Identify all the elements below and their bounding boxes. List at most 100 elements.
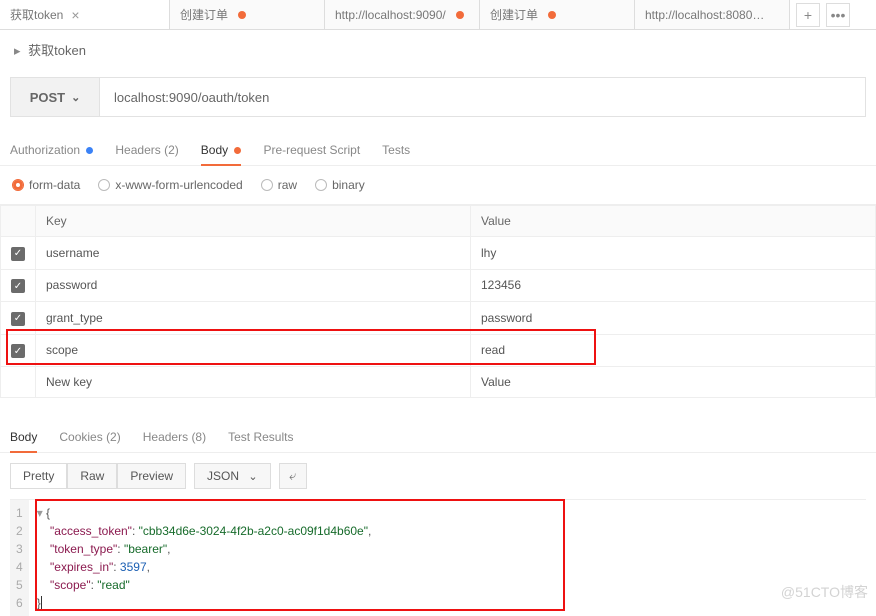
watermark-text: @51CTO博客 <box>781 582 868 602</box>
collapse-triangle-icon[interactable]: ▸ <box>14 43 21 58</box>
json-string: "read" <box>97 578 130 592</box>
unsaved-dot-icon <box>548 11 556 19</box>
param-key[interactable]: password <box>36 269 471 302</box>
line-gutter: 1 2 3 4 5 6 <box>10 500 29 616</box>
tab-prerequest[interactable]: Pre-request Script <box>263 135 360 165</box>
param-key[interactable]: grant_type <box>36 302 471 335</box>
unsaved-dot-icon <box>238 11 246 19</box>
tab-label: 创建订单 <box>180 6 228 23</box>
label: Cookies <box>59 430 102 444</box>
param-value[interactable]: password <box>470 302 875 335</box>
cursor-icon <box>41 596 42 610</box>
view-preview-button[interactable]: Preview <box>117 463 186 489</box>
breadcrumb: ▸ 获取token <box>0 30 876 69</box>
key-header: Key <box>36 206 471 237</box>
line-num: 2 <box>16 522 23 540</box>
form-params-table: Key Value ✓ username lhy ✓ password 1234… <box>0 205 876 398</box>
json-string: "bearer" <box>124 542 167 556</box>
label: JSON <box>207 469 239 483</box>
response-body-viewer[interactable]: 1 2 3 4 5 6 ▾ { "access_token": "cbb34d6… <box>10 499 866 616</box>
label: x-www-form-urlencoded <box>115 178 242 192</box>
line-num: 6 <box>16 594 23 612</box>
table-new-row[interactable]: New key Value <box>1 367 876 398</box>
tab-headers[interactable]: Headers (2) <box>115 135 178 165</box>
tab-0[interactable]: 获取token × <box>0 0 170 29</box>
checkbox-checked-icon[interactable]: ✓ <box>11 312 25 326</box>
method-dropdown[interactable]: POST ⌄ <box>10 77 100 117</box>
tab-label: 创建订单 <box>490 6 538 23</box>
json-string: "cbb34d6e-3024-4f2b-a2c0-ac09f1d4b60e" <box>139 524 368 538</box>
chevron-down-icon: ⌄ <box>248 471 257 483</box>
table-row[interactable]: ✓ grant_type password <box>1 302 876 335</box>
checkbox-checked-icon[interactable]: ✓ <box>11 279 25 293</box>
view-raw-button[interactable]: Raw <box>67 463 117 489</box>
response-view-controls: Pretty Raw Preview JSON ⌄ ⤶ <box>0 453 876 499</box>
checkbox-checked-icon[interactable]: ✓ <box>11 247 25 261</box>
radio-icon <box>261 179 273 191</box>
radio-raw[interactable]: raw <box>261 178 297 192</box>
resptab-tests[interactable]: Test Results <box>228 422 293 452</box>
tab-label: http://localhost:8080/users/ <box>645 8 765 22</box>
tab-overflow-button[interactable]: ••• <box>826 3 850 27</box>
wrap-lines-button[interactable]: ⤶ <box>279 463 307 489</box>
table-row[interactable]: ✓ username lhy <box>1 237 876 270</box>
json-key: "token_type" <box>50 542 117 556</box>
status-dot-icon <box>234 147 241 154</box>
tab-3[interactable]: 创建订单 <box>480 0 635 29</box>
view-pretty-button[interactable]: Pretty <box>10 463 67 489</box>
param-value[interactable]: read <box>470 334 875 367</box>
param-key[interactable]: username <box>36 237 471 270</box>
format-dropdown[interactable]: JSON ⌄ <box>194 463 271 489</box>
close-icon[interactable]: × <box>71 7 79 23</box>
tab-label: 获取token <box>10 6 63 23</box>
radio-icon <box>98 179 110 191</box>
radio-binary[interactable]: binary <box>315 178 365 192</box>
count: (2) <box>164 143 179 157</box>
new-value-placeholder[interactable]: Value <box>470 367 875 398</box>
url-text: localhost:9090/oauth/token <box>114 90 269 105</box>
unsaved-dot-icon <box>456 11 464 19</box>
radio-icon <box>315 179 327 191</box>
count: (2) <box>106 430 121 444</box>
checkbox-checked-icon[interactable]: ✓ <box>11 344 25 358</box>
radio-form-data[interactable]: form-data <box>12 178 80 192</box>
tab-tests[interactable]: Tests <box>382 135 410 165</box>
checkbox-header <box>1 206 36 237</box>
new-key-placeholder[interactable]: New key <box>36 367 471 398</box>
label: Headers <box>115 143 160 157</box>
tab-authorization[interactable]: Authorization <box>10 135 93 165</box>
param-value[interactable]: 123456 <box>470 269 875 302</box>
table-header-row: Key Value <box>1 206 876 237</box>
resptab-headers[interactable]: Headers (8) <box>143 422 206 452</box>
line-num: 1 <box>16 504 23 522</box>
value-header: Value <box>470 206 875 237</box>
tab-1[interactable]: 创建订单 <box>170 0 325 29</box>
json-key: "expires_in" <box>50 560 113 574</box>
new-tab-button[interactable]: + <box>796 3 820 27</box>
label: raw <box>278 178 297 192</box>
label: Authorization <box>10 143 80 157</box>
response-section-tabs: Body Cookies (2) Headers (8) Test Result… <box>0 412 876 453</box>
table-row[interactable]: ✓ password 123456 <box>1 269 876 302</box>
resptab-body[interactable]: Body <box>10 422 37 452</box>
url-input[interactable]: localhost:9090/oauth/token <box>100 77 866 117</box>
fold-toggle-icon[interactable]: ▾ <box>37 506 46 520</box>
count: (8) <box>191 430 206 444</box>
param-key[interactable]: scope <box>36 334 471 367</box>
tab-4[interactable]: http://localhost:8080/users/ <box>635 0 790 29</box>
chevron-down-icon: ⌄ <box>71 91 80 104</box>
tab-label: http://localhost:9090/ <box>335 8 446 22</box>
tab-2[interactable]: http://localhost:9090/ <box>325 0 480 29</box>
label: binary <box>332 178 365 192</box>
label: form-data <box>29 178 80 192</box>
table-row[interactable]: ✓ scope read <box>1 334 876 367</box>
body-type-radios: form-data x-www-form-urlencoded raw bina… <box>0 166 876 205</box>
resptab-cookies[interactable]: Cookies (2) <box>59 422 120 452</box>
label: Body <box>201 143 228 157</box>
param-value[interactable]: lhy <box>470 237 875 270</box>
tab-body[interactable]: Body <box>201 135 242 165</box>
line-num: 5 <box>16 576 23 594</box>
radio-urlencoded[interactable]: x-www-form-urlencoded <box>98 178 242 192</box>
code-content: ▾ { "access_token": "cbb34d6e-3024-4f2b-… <box>29 500 380 616</box>
request-row: POST ⌄ localhost:9090/oauth/token <box>10 77 866 117</box>
